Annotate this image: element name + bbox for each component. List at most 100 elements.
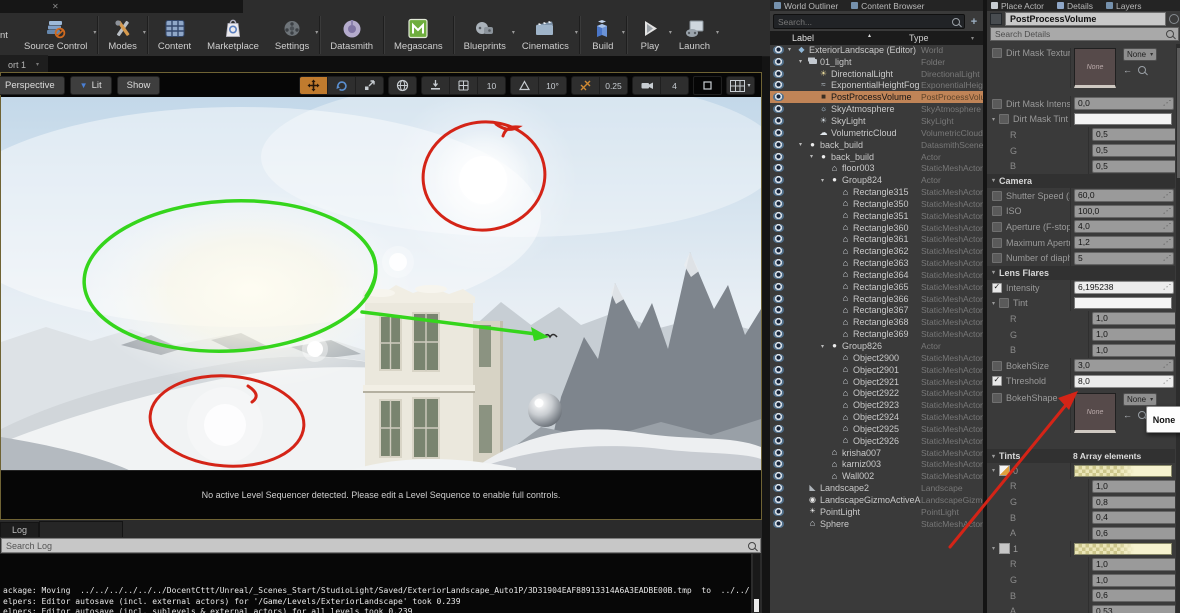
color-chip[interactable]: [999, 543, 1010, 555]
outliner-row[interactable]: Rectangle315 StaticMeshActor: [770, 186, 983, 198]
visibility-eye-icon[interactable]: [773, 353, 784, 362]
visibility-eye-icon[interactable]: [773, 93, 784, 102]
outliner-row[interactable]: Rectangle363 StaticMeshActor: [770, 257, 983, 269]
value-field[interactable]: 1,0⋰: [1092, 312, 1175, 326]
outliner-row[interactable]: Sphere StaticMeshActor: [770, 518, 983, 530]
asset-combo[interactable]: None ▾: [1123, 48, 1158, 61]
outliner-row[interactable]: Object2901 StaticMeshActor: [770, 364, 983, 376]
tab-layers[interactable]: Layers: [1105, 1, 1142, 11]
expander-icon[interactable]: [992, 467, 999, 474]
surface-snap-button[interactable]: [422, 77, 450, 94]
value-field[interactable]: 5 ⋰: [1074, 251, 1174, 265]
build-button[interactable]: Build: [582, 13, 625, 56]
visibility-eye-icon[interactable]: [773, 377, 784, 386]
outliner-row[interactable]: VolumetricCloud VolumetricCloud: [770, 127, 983, 139]
visibility-eye-icon[interactable]: [773, 105, 784, 114]
outliner-row[interactable]: Object2925 StaticMeshActor: [770, 423, 983, 435]
visibility-eye-icon[interactable]: [773, 116, 784, 125]
outliner-row[interactable]: back_build DatasmithSceneActor: [770, 139, 983, 151]
perspective-button[interactable]: Perspective: [0, 75, 65, 95]
visibility-eye-icon[interactable]: [773, 294, 784, 303]
outliner-row[interactable]: Rectangle367 StaticMeshActor: [770, 305, 983, 317]
visibility-eye-icon[interactable]: [773, 318, 784, 327]
content-button[interactable]: Content: [150, 13, 199, 56]
outliner-row[interactable]: Object2900 StaticMeshActor: [770, 352, 983, 364]
visibility-eye-icon[interactable]: [773, 282, 784, 291]
value-field[interactable]: 0,5⋰: [1092, 159, 1175, 173]
visibility-eye-icon[interactable]: [773, 519, 784, 528]
visibility-eye-icon[interactable]: [773, 306, 784, 315]
property-checkbox[interactable]: [992, 48, 1002, 58]
value-field[interactable]: 1,0⋰: [1092, 343, 1175, 357]
marketplace-button[interactable]: Marketplace: [199, 13, 267, 56]
visibility-eye-icon[interactable]: [773, 424, 784, 433]
drag-adjust-icon[interactable]: ⋰: [1163, 208, 1170, 215]
value-field[interactable]: 0,6⋰: [1092, 526, 1175, 540]
browse-icon[interactable]: [1138, 411, 1146, 420]
point-light-sphere[interactable]: [307, 341, 323, 357]
visibility-eye-icon[interactable]: [773, 413, 784, 422]
tab-world-outliner[interactable]: World Outliner: [774, 1, 838, 11]
visibility-eye-icon[interactable]: [773, 448, 784, 457]
value-field[interactable]: 0,0 ⋰: [1074, 97, 1174, 111]
expander-icon[interactable]: [992, 116, 999, 123]
log-lines[interactable]: ackage: Moving ../../../../../../DocentC…: [0, 554, 751, 613]
visibility-eye-icon[interactable]: [773, 152, 784, 161]
expander-icon[interactable]: [799, 141, 807, 148]
scale-snap-value[interactable]: 0.25: [600, 77, 627, 94]
value-field[interactable]: 0,53⋰: [1092, 604, 1175, 613]
chrome-sphere-mesh[interactable]: [528, 393, 562, 427]
log-ghost-tab[interactable]: [39, 521, 124, 537]
visibility-eye-icon[interactable]: [773, 128, 784, 137]
outliner-row[interactable]: SkyAtmosphere SkyAtmosphere: [770, 103, 983, 115]
outliner-row[interactable]: Object2921 StaticMeshActor: [770, 376, 983, 388]
outliner-row[interactable]: Rectangle351 StaticMeshActor: [770, 210, 983, 222]
add-actor-icon[interactable]: +: [968, 16, 980, 28]
outliner-column-header[interactable]: Label ▴ Type ▾: [770, 31, 983, 45]
drag-adjust-icon[interactable]: ⋰: [1163, 362, 1170, 369]
visibility-eye-icon[interactable]: [773, 235, 784, 244]
outliner-row[interactable]: ExteriorLandscape (Editor) World: [770, 44, 983, 56]
show-button[interactable]: Show: [116, 75, 161, 95]
value-field[interactable]: 3,0 ⋰: [1074, 359, 1174, 373]
rotation-snap-value[interactable]: 10°: [539, 77, 566, 94]
property-checkbox[interactable]: [992, 237, 1002, 248]
maximize-viewport-button[interactable]: ▾: [727, 77, 754, 94]
outliner-row[interactable]: Rectangle368 StaticMeshActor: [770, 316, 983, 328]
outliner-row[interactable]: SkyLight SkyLight: [770, 115, 983, 127]
expander-icon[interactable]: [992, 545, 999, 552]
viewport-tab[interactable]: ort 1 ▾: [0, 55, 49, 72]
expander-icon[interactable]: [992, 300, 999, 307]
edit-blueprint-icon[interactable]: [1169, 13, 1179, 24]
property-checkbox[interactable]: [992, 98, 1002, 109]
outliner-row[interactable]: Group826 Actor: [770, 340, 983, 352]
value-field[interactable]: 0,6⋰: [1092, 589, 1175, 603]
drag-adjust-icon[interactable]: ⋰: [1163, 223, 1170, 230]
log-search-input[interactable]: Search Log: [1, 538, 761, 553]
outliner-row[interactable]: Rectangle364 StaticMeshActor: [770, 269, 983, 281]
expander-icon[interactable]: [810, 153, 818, 160]
value-field[interactable]: 1,2 ⋰: [1074, 236, 1174, 250]
filter-chevron-icon[interactable]: ▾: [971, 35, 983, 42]
expander-icon[interactable]: [821, 177, 829, 184]
visibility-eye-icon[interactable]: [773, 460, 784, 469]
modes-button[interactable]: Modes: [100, 13, 145, 56]
actor-name-field[interactable]: PostProcessVolume: [1005, 11, 1166, 26]
outliner-row[interactable]: PointLight PointLight: [770, 506, 983, 518]
property-checkbox[interactable]: [999, 114, 1009, 125]
color-bar[interactable]: [1074, 113, 1172, 126]
outliner-row[interactable]: Object2924 StaticMeshActor: [770, 411, 983, 423]
tab-place-actor[interactable]: Place Actor: [991, 1, 1044, 11]
outliner-row[interactable]: Object2922 StaticMeshActor: [770, 387, 983, 399]
visibility-eye-icon[interactable]: [773, 57, 784, 66]
outliner-row[interactable]: Object2926 StaticMeshActor: [770, 435, 983, 447]
property-checkbox[interactable]: [992, 221, 1002, 232]
visibility-eye-icon[interactable]: [773, 176, 784, 185]
visibility-eye-icon[interactable]: [773, 484, 784, 493]
visibility-eye-icon[interactable]: [773, 188, 784, 197]
value-field[interactable]: 0,8⋰: [1092, 495, 1175, 509]
cinematics-button[interactable]: Cinematics: [514, 13, 578, 56]
log-tab[interactable]: Log: [0, 522, 40, 537]
grid-snap-button[interactable]: [450, 77, 478, 94]
viewport-scene[interactable]: [1, 97, 761, 471]
